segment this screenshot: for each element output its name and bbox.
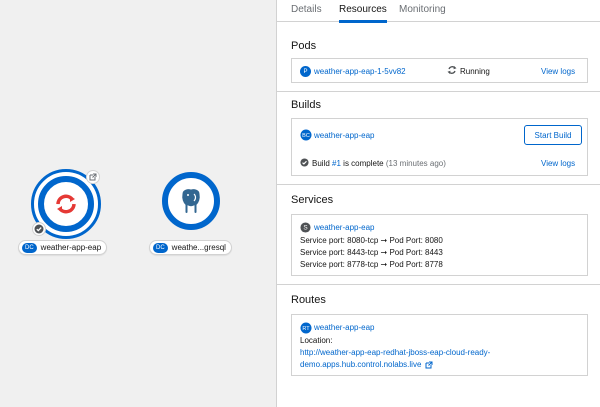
service-name-link[interactable]: weather-app-eap bbox=[314, 223, 374, 232]
sync-icon bbox=[447, 65, 457, 77]
arrow-icon: ➞ bbox=[380, 260, 388, 269]
section-divider bbox=[277, 284, 600, 285]
pod-status: Running bbox=[460, 67, 490, 76]
node-label-postgresql[interactable]: DC weathe...gresql bbox=[149, 240, 232, 255]
tab-resources[interactable]: Resources bbox=[339, 4, 387, 23]
postgresql-elephant-icon bbox=[181, 188, 201, 214]
routes-box: RT weather-app-eap Location: http://weat… bbox=[291, 314, 588, 376]
external-link-icon[interactable] bbox=[425, 361, 433, 369]
build-time: (13 minutes ago) bbox=[385, 159, 446, 168]
svg-text:S: S bbox=[303, 225, 307, 232]
build-status-suffix: is complete bbox=[343, 159, 384, 168]
build-view-logs-link[interactable]: View logs bbox=[541, 159, 575, 168]
buildconfig-badge: BC bbox=[300, 129, 312, 143]
build-number-link[interactable]: #1 bbox=[332, 159, 341, 168]
route-badge: RT bbox=[300, 322, 312, 336]
service-port-row: Service port: 8080-tcp ➞ Pod Port: 8080 bbox=[300, 236, 443, 245]
topology-canvas[interactable]: DC weather-app-eap DC weathe...gresql bbox=[0, 0, 276, 407]
buildconfig-name-link[interactable]: weather-app-eap bbox=[314, 131, 374, 140]
pod-row: P weather-app-eap-1-5vv82 Running View l… bbox=[291, 58, 588, 83]
pod-badge: P bbox=[300, 66, 311, 77]
service-port-row: Service port: 8778-tcp ➞ Pod Port: 8778 bbox=[300, 260, 443, 269]
node-label-text: weather-app-eap bbox=[40, 243, 102, 252]
pod-view-logs-link[interactable]: View logs bbox=[541, 67, 575, 76]
svg-text:BC: BC bbox=[302, 133, 310, 139]
services-section-title: Services bbox=[291, 194, 334, 206]
route-location-label: Location: bbox=[300, 336, 333, 345]
svg-text:RT: RT bbox=[302, 326, 310, 332]
service-badge: S bbox=[300, 222, 311, 235]
pods-section-title: Pods bbox=[291, 40, 317, 52]
service-port-row: Service port: 8443-tcp ➞ Pod Port: 8443 bbox=[300, 248, 443, 257]
route-url-link-line2[interactable]: demo.apps.hub.control.nolabs.live bbox=[300, 360, 421, 369]
tab-monitoring[interactable]: Monitoring bbox=[399, 4, 446, 22]
section-divider bbox=[277, 91, 600, 92]
route-url-line2-wrap: demo.apps.hub.control.nolabs.live bbox=[300, 360, 433, 369]
node-label-text: weathe...gresql bbox=[171, 243, 226, 252]
routes-section-title: Routes bbox=[291, 294, 326, 306]
openshift-icon bbox=[56, 194, 76, 214]
openshift-icon-circle bbox=[38, 176, 94, 232]
builds-box: BC weather-app-eap Start Build Build #1 … bbox=[291, 118, 588, 176]
topology-node-postgresql[interactable] bbox=[162, 172, 222, 232]
external-link-icon bbox=[89, 173, 97, 181]
resource-side-panel: Details Resources Monitoring Pods P weat… bbox=[276, 0, 600, 407]
build-status-text: Build #1 is complete (13 minutes ago) bbox=[312, 159, 446, 168]
panel-tabs: Details Resources Monitoring bbox=[277, 0, 600, 23]
node-label-weather-app-eap[interactable]: DC weather-app-eap bbox=[18, 240, 108, 255]
external-link-decorator[interactable] bbox=[86, 170, 100, 184]
build-status-prefix: Build bbox=[312, 159, 330, 168]
build-status-decorator[interactable] bbox=[32, 222, 46, 236]
arrow-icon: ➞ bbox=[380, 236, 388, 245]
dc-badge: DC bbox=[22, 242, 37, 253]
postgresql-icon-circle bbox=[162, 172, 220, 230]
dc-badge: DC bbox=[153, 242, 168, 253]
arrow-icon: ➞ bbox=[380, 248, 388, 257]
route-url-link-line1[interactable]: http://weather-app-eap-redhat-jboss-eap-… bbox=[300, 348, 490, 357]
route-name-link[interactable]: weather-app-eap bbox=[314, 323, 374, 332]
check-circle-icon bbox=[34, 224, 44, 234]
section-divider bbox=[277, 184, 600, 185]
pod-name-link[interactable]: weather-app-eap-1-5vv82 bbox=[314, 67, 406, 76]
builds-section-title: Builds bbox=[291, 99, 321, 111]
tab-details[interactable]: Details bbox=[291, 4, 322, 22]
build-complete-icon bbox=[300, 158, 309, 169]
services-box: S weather-app-eap Service port: 8080-tcp… bbox=[291, 214, 588, 276]
start-build-button[interactable]: Start Build bbox=[524, 125, 582, 145]
